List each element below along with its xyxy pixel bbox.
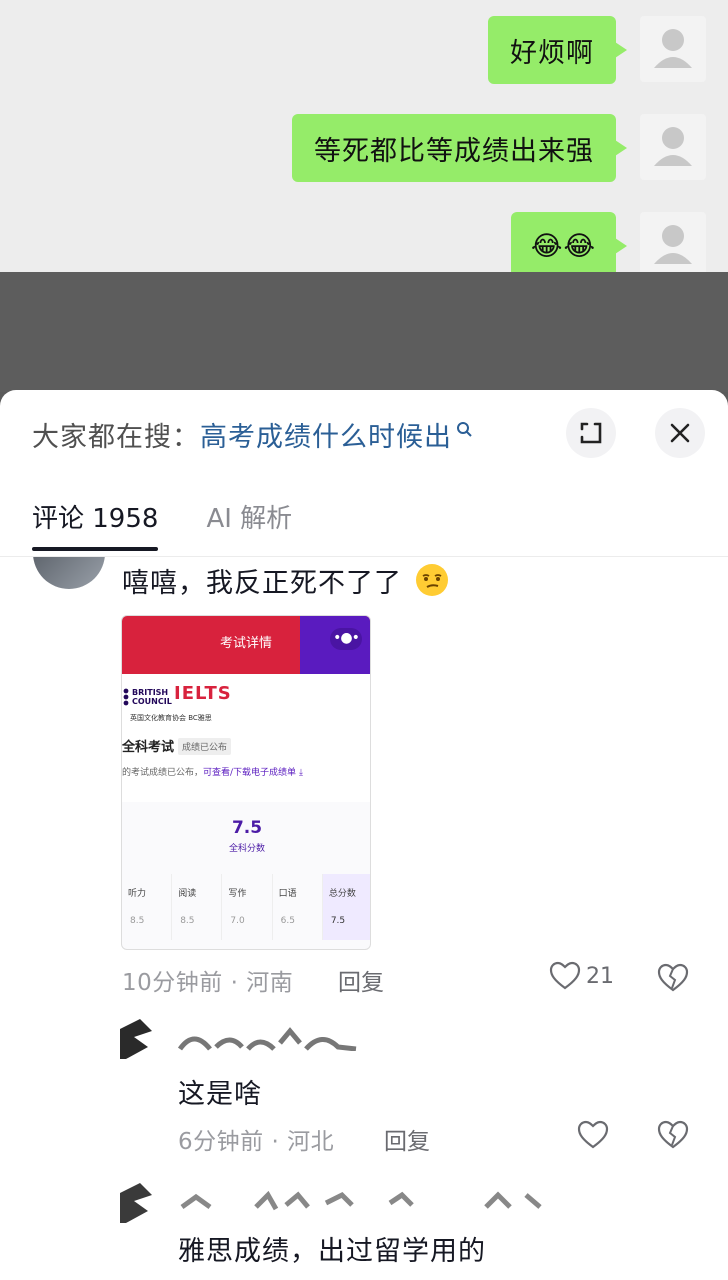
comment-time-location: 10分钟前 · 河南 <box>122 970 294 996</box>
chat-avatar <box>640 16 706 82</box>
exam-note: 的考试成绩已公布，可查看/下载电子成绩单 ⤓ <box>122 768 303 778</box>
video-overlay[interactable] <box>0 272 728 392</box>
chat-bubble: 等死都比等成绩出来强 <box>292 114 627 182</box>
dislike-icon[interactable] <box>656 961 690 995</box>
tab-ai-analysis-label: AI 解析 <box>206 504 293 534</box>
trending-search[interactable]: 大家都在搜： 高考成绩什么时候出 <box>32 414 476 454</box>
smirk-face-icon <box>415 564 448 596</box>
score-column: 口语 6.5 <box>273 874 323 940</box>
score-column: 阅读 8.5 <box>172 874 223 940</box>
exam-name: 全科考试 <box>122 740 175 755</box>
overall-score-label: 全科分数 <box>228 844 265 854</box>
comment-text: 这是啥 <box>178 1079 262 1110</box>
video-chat-screenshot[interactable]: 好烦啊 等死都比等成绩出来强 😂😂 <box>0 0 728 272</box>
tab-comments[interactable]: 评论 1958 <box>32 498 159 551</box>
comment-list[interactable]: 嘻嘻，我反正死不了了 考试详情 •●• BRITISH COUNCIL IELT… <box>0 557 728 1280</box>
avatar[interactable] <box>33 557 105 589</box>
comment-text: 嘻嘻，我反正死不了了 <box>122 561 450 600</box>
score-column: 写作 7.0 <box>222 874 273 940</box>
chat-avatar <box>640 114 706 180</box>
chat-bubble: 😂😂 <box>510 212 628 272</box>
heart-icon <box>549 961 581 990</box>
comment-image[interactable]: 考试详情 •●• BRITISH COUNCIL IELTS 英国文化教育协会 … <box>121 615 371 950</box>
chat-avatar <box>640 212 706 272</box>
ielts-logo: IELTS <box>174 683 232 704</box>
comment-sheet: 大家都在搜： 高考成绩什么时候出 评论 1958 AI 解析 嘻嘻，我反正死不了… <box>0 390 728 1280</box>
search-icon <box>457 422 472 437</box>
overall-score: 7.5 <box>231 818 263 838</box>
score-table: 听力 8.5 阅读 8.5 写作 7.0 口语 6.5 总分数 7.5 <box>122 874 370 940</box>
chat-bubble: 好烦啊 <box>488 16 627 84</box>
comment-text: 雅思成绩，出过留学用的 <box>178 1236 486 1267</box>
dislike-icon[interactable] <box>656 1118 690 1152</box>
tab-active-indicator <box>32 547 158 551</box>
british-council-text: BRITISH COUNCIL <box>132 688 172 706</box>
status-badge: 成绩已公布 <box>178 738 232 755</box>
reply-button[interactable]: 回复 <box>338 963 384 997</box>
tab-comments-label: 评论 1958 <box>32 504 159 534</box>
close-button[interactable] <box>655 408 705 458</box>
comment-tabs: 评论 1958 AI 解析 <box>32 498 340 551</box>
heart-icon[interactable] <box>576 1118 610 1152</box>
score-column: 听力 8.5 <box>122 874 173 940</box>
expand-icon <box>580 422 602 444</box>
avatar[interactable] <box>120 1183 152 1223</box>
comment-time-location: 6分钟前 · 河北 <box>178 1129 335 1155</box>
more-icon: •●• <box>330 628 362 650</box>
trending-search-link[interactable]: 高考成绩什么时候出 <box>200 415 452 454</box>
like-count: 21 <box>586 963 614 989</box>
reply-button[interactable]: 回复 <box>384 1122 430 1156</box>
username-redacted <box>180 1190 542 1211</box>
close-icon <box>670 423 690 443</box>
tab-ai-analysis[interactable]: AI 解析 <box>206 498 292 549</box>
avatar[interactable] <box>120 1019 152 1059</box>
brand-subtitle: 英国文化教育协会 BC雅思 <box>130 714 212 722</box>
score-column: 总分数 7.5 <box>322 874 370 940</box>
card-title: 考试详情 <box>220 636 273 651</box>
expand-button[interactable] <box>566 408 616 458</box>
trending-search-prefix: 大家都在搜： <box>32 421 200 453</box>
like-button[interactable]: 21 <box>548 959 614 993</box>
download-icon: ⤓ <box>298 768 303 778</box>
username-redacted <box>177 1027 357 1051</box>
